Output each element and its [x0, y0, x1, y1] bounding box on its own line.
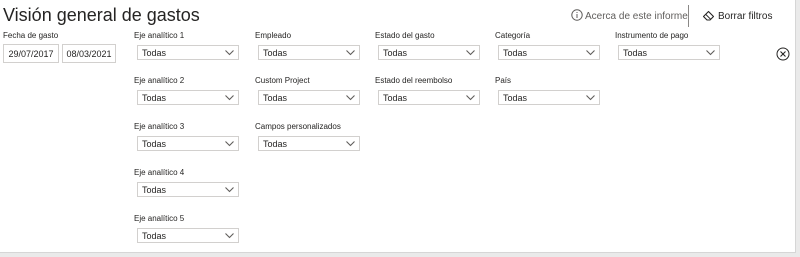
empleado-value: Todas	[263, 47, 288, 58]
eje2-value: Todas	[142, 92, 167, 103]
pais-label: País	[495, 76, 512, 85]
chevron-down-icon	[225, 186, 234, 192]
chevron-down-icon	[225, 94, 234, 100]
eje5-dropdown[interactable]: Todas	[137, 228, 239, 243]
clear-filters-label: Borrar filtros	[718, 11, 773, 22]
chevron-down-icon	[706, 49, 715, 55]
close-circle-icon[interactable]	[776, 47, 790, 66]
eraser-icon	[702, 9, 716, 24]
custom-project-label: Custom Project	[255, 76, 310, 85]
chevron-down-icon	[346, 94, 355, 100]
chevron-down-icon	[225, 232, 234, 238]
clear-filters-button[interactable]: Borrar filtros	[702, 9, 772, 24]
eje3-value: Todas	[142, 138, 167, 149]
chevron-down-icon	[346, 49, 355, 55]
campos-personalizados-value: Todas	[263, 138, 288, 149]
custom-project-value: Todas	[263, 92, 288, 103]
categoria-value: Todas	[503, 47, 528, 58]
instrumento-pago-dropdown[interactable]: Todas	[618, 45, 720, 60]
eje3-label: Eje analítico 3	[134, 122, 185, 131]
eje1-label: Eje analítico 1	[134, 31, 185, 40]
chevron-down-icon	[586, 94, 595, 100]
chevron-down-icon	[346, 140, 355, 146]
pais-value: Todas	[503, 92, 528, 103]
eje2-label: Eje analítico 2	[134, 76, 185, 85]
custom-project-dropdown[interactable]: Todas	[258, 90, 360, 105]
start-date-input[interactable]: 29/07/2017	[3, 44, 59, 63]
instrumento-pago-label: Instrumento de pago	[615, 31, 689, 40]
chevron-down-icon	[225, 49, 234, 55]
estado-reembolso-label: Estado del reembolso	[375, 76, 453, 85]
eje4-dropdown[interactable]: Todas	[137, 182, 239, 197]
estado-reembolso-value: Todas	[383, 92, 408, 103]
end-date-input[interactable]: 08/03/2021	[62, 44, 116, 63]
estado-reembolso-dropdown[interactable]: Todas	[378, 90, 480, 105]
categoria-dropdown[interactable]: Todas	[498, 45, 600, 60]
eje4-label: Eje analítico 4	[134, 168, 185, 177]
header-divider	[688, 5, 689, 27]
pais-dropdown[interactable]: Todas	[498, 90, 600, 105]
eje4-value: Todas	[142, 184, 167, 195]
filter-panel: Visión general de gastos Acerca de este …	[0, 0, 796, 253]
info-circle-icon	[571, 9, 583, 24]
about-report-label: Acerca de este informe	[585, 11, 688, 22]
about-report-button[interactable]: Acerca de este informe	[571, 9, 688, 24]
eje1-value: Todas	[142, 47, 167, 58]
chevron-down-icon	[466, 94, 475, 100]
estado-gasto-dropdown[interactable]: Todas	[378, 45, 480, 60]
empleado-label: Empleado	[255, 31, 292, 40]
eje2-dropdown[interactable]: Todas	[137, 90, 239, 105]
empleado-dropdown[interactable]: Todas	[258, 45, 360, 60]
estado-gasto-label: Estado del gasto	[375, 31, 435, 40]
eje3-dropdown[interactable]: Todas	[137, 136, 239, 151]
instrumento-pago-value: Todas	[623, 47, 648, 58]
chevron-down-icon	[586, 49, 595, 55]
eje5-value: Todas	[142, 230, 167, 241]
estado-gasto-value: Todas	[383, 47, 408, 58]
categoria-label: Categoría	[495, 31, 531, 40]
date-filter-label: Fecha de gasto	[3, 31, 59, 40]
eje1-dropdown[interactable]: Todas	[137, 45, 239, 60]
chevron-down-icon	[466, 49, 475, 55]
eje5-label: Eje analítico 5	[134, 214, 185, 223]
chevron-down-icon	[225, 140, 234, 146]
page-title: Visión general de gastos	[3, 5, 200, 25]
campos-personalizados-label: Campos personalizados	[255, 122, 341, 131]
campos-personalizados-dropdown[interactable]: Todas	[258, 136, 360, 151]
